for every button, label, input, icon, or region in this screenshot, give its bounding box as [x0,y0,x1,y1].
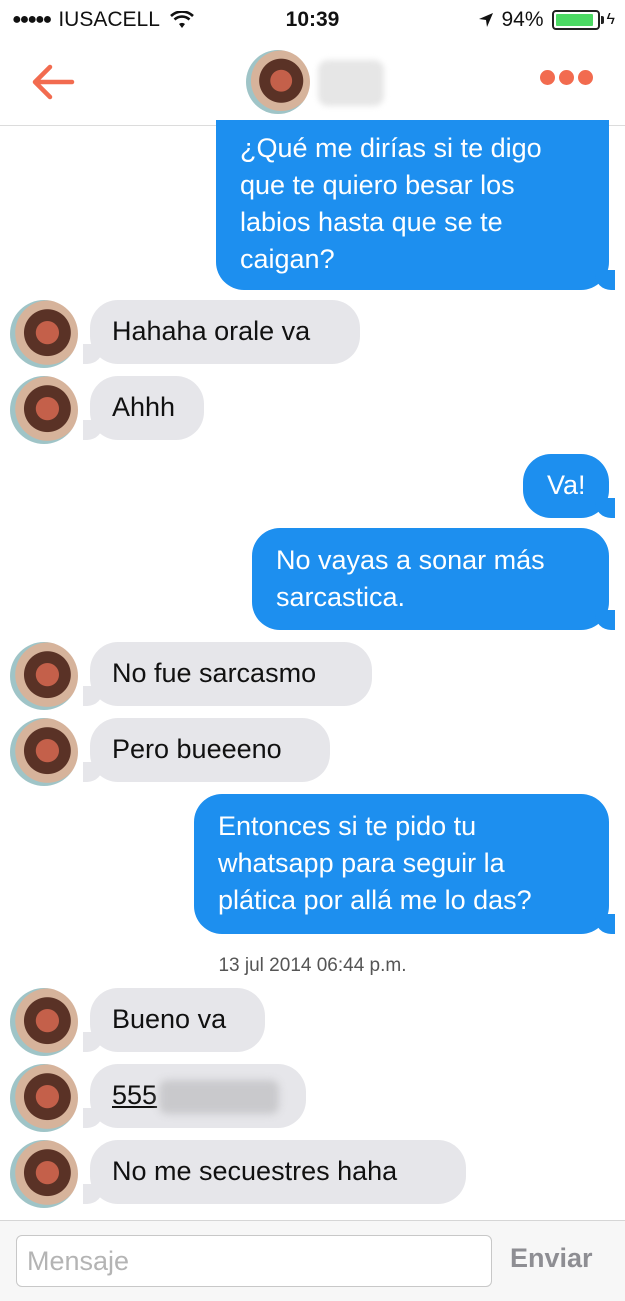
message-line: sarcastica. [276,582,406,612]
message-text-phone: 555 [112,1077,284,1114]
sender-avatar[interactable] [10,1140,78,1208]
sender-avatar[interactable] [10,718,78,786]
message-bubble-outgoing[interactable]: No vayas a sonar más sarcastica. [252,528,615,630]
message-line: labios hasta que se te [240,207,503,237]
phone-number-blurred [159,1079,280,1114]
message-bubble-incoming[interactable]: Bueno va [83,988,265,1052]
message-bubble-incoming[interactable]: No me secuestres haha [83,1140,466,1204]
sender-avatar[interactable] [10,300,78,368]
message-bubble-incoming[interactable]: 555 [83,1064,306,1128]
message-text: No fue sarcasmo [112,658,317,688]
message-text: Hahaha orale va [112,316,311,346]
compose-bar: Enviar [0,1220,625,1301]
message-bubble-outgoing[interactable]: Va! [523,454,615,518]
send-button[interactable]: Enviar [510,1243,593,1274]
message-text: Pero bueeeno [112,734,282,764]
message-line: caigan? [240,244,335,274]
phone-number-link[interactable]: 555 [112,1080,157,1110]
message-line: Entonces si te pido tu [218,811,477,841]
sender-avatar[interactable] [10,1064,78,1132]
message-line: que te quiero besar los [240,170,515,200]
message-bubble-incoming[interactable]: Hahaha orale va [83,300,360,364]
message-text: Bueno va [112,1004,227,1034]
message-text: Va! [547,470,586,500]
message-text: Ahhh [112,392,176,422]
message-line: whatsapp para seguir la [218,848,505,878]
message-bubble-incoming[interactable]: Ahhh [83,376,204,440]
sender-avatar[interactable] [10,642,78,710]
message-line: No vayas a sonar más [276,545,545,575]
message-timestamp: 13 jul 2014 06:44 p.m. [218,955,407,976]
message-bubble-outgoing[interactable]: Entonces si te pido tu whatsapp para seg… [194,794,615,934]
message-text: No me secuestres haha [112,1156,398,1186]
message-bubble-incoming[interactable]: Pero bueeeno [83,718,330,782]
message-input[interactable] [16,1235,492,1287]
message-bubble-outgoing[interactable]: ¿Qué me dirías si te digo que te quiero … [216,120,615,290]
message-line: plática por allá me lo das? [218,885,532,915]
sender-avatar[interactable] [10,376,78,444]
sender-avatar[interactable] [10,988,78,1056]
chat-thread: ¿Qué me dirías si te digo que te quiero … [0,0,625,1300]
message-bubble-incoming[interactable]: No fue sarcasmo [83,642,372,706]
message-line: ¿Qué me dirías si te digo [240,133,542,163]
